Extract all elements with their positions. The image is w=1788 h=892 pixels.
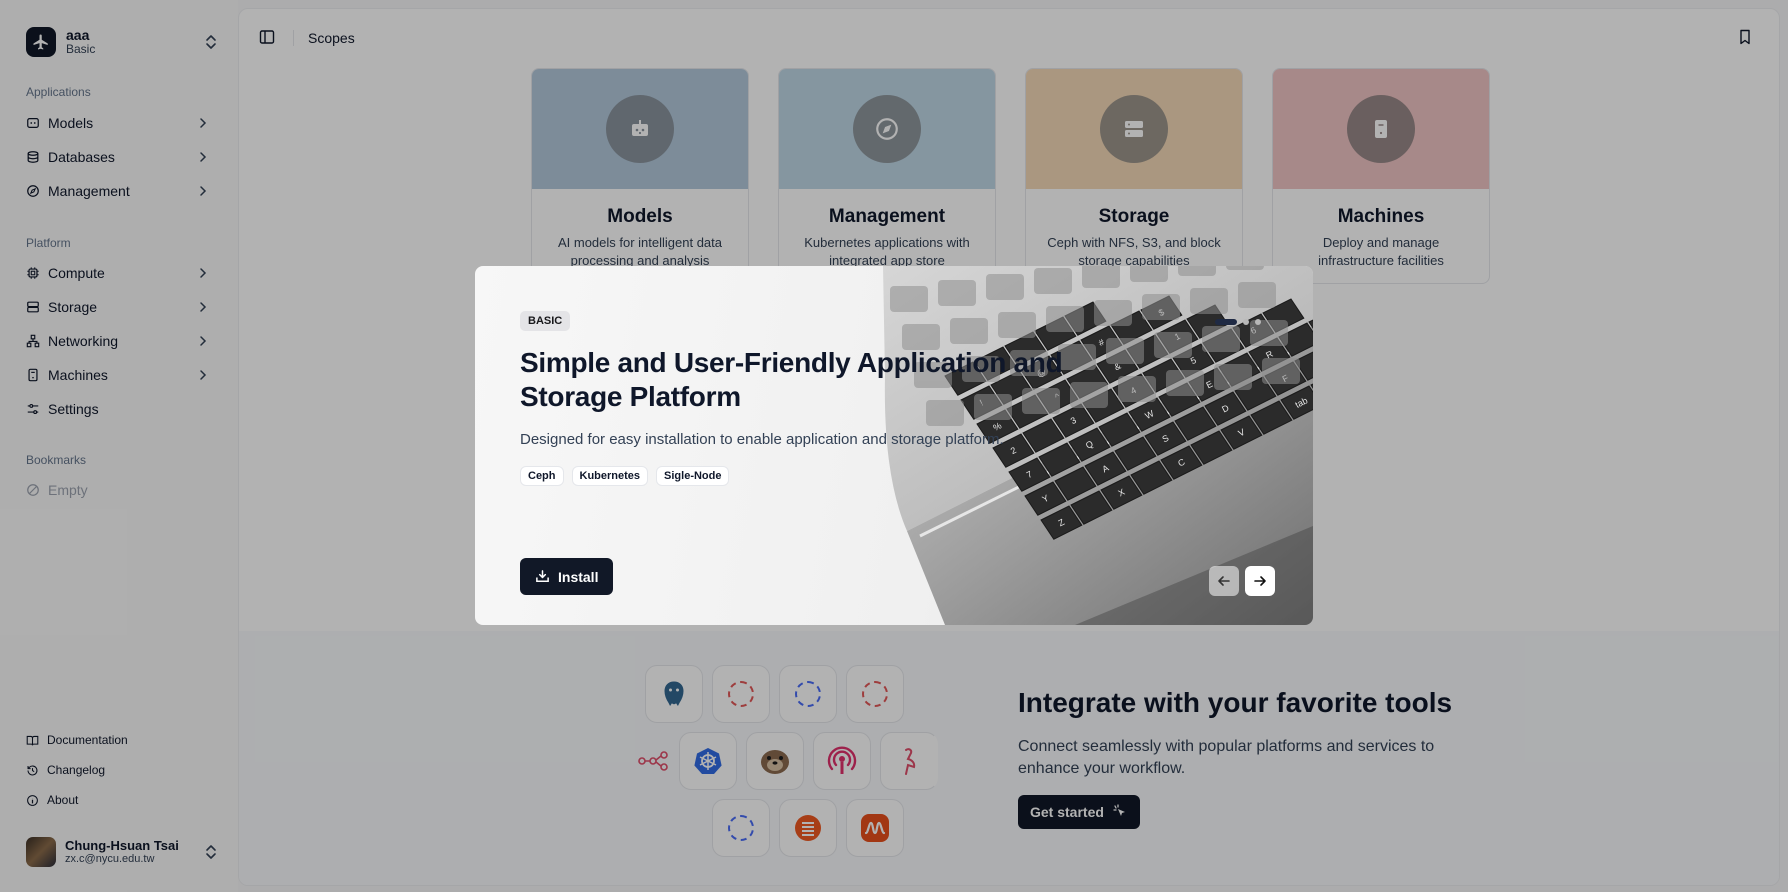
carousel-indicators: [1215, 319, 1261, 325]
tag: Kubernetes: [571, 466, 649, 486]
keyboard-key: [998, 312, 1036, 338]
keyboard-key: [1226, 266, 1264, 270]
carousel-dot[interactable]: [1243, 319, 1249, 325]
keyboard-key: [1178, 266, 1216, 276]
keyboard-key: [1094, 300, 1132, 326]
keyboard-key: [1166, 370, 1204, 396]
keyboard-key: [890, 286, 928, 312]
arrow-left-icon: [1218, 576, 1230, 586]
modal-description: Designed for easy installation to enable…: [520, 431, 1004, 448]
carousel-next-button[interactable]: [1245, 566, 1275, 596]
keyboard-key: [1214, 364, 1252, 390]
keyboard-key: [986, 274, 1024, 300]
modal-title: Simple and User-Friendly Application and…: [520, 347, 1063, 412]
keyboard-key: [1130, 266, 1168, 282]
arrow-right-icon: [1254, 576, 1266, 586]
tag: Ceph: [520, 466, 564, 486]
tag-list: Ceph Kubernetes Sigle-Node: [520, 466, 730, 486]
keyboard-key: [1238, 282, 1276, 308]
keyboard-key: [1262, 358, 1300, 384]
install-button[interactable]: Install: [520, 558, 614, 595]
tag: Sigle-Node: [656, 466, 730, 486]
install-label: Install: [558, 568, 599, 585]
keyboard-key: [950, 318, 988, 344]
keyboard-key: [1034, 268, 1072, 294]
keyboard-key: [1082, 266, 1120, 288]
keyboard-key: [938, 280, 976, 306]
carousel-dot-active[interactable]: [1215, 319, 1237, 325]
keyboard-key: [1142, 294, 1180, 320]
plan-badge: BASIC: [520, 311, 571, 331]
keyboard-key: [1202, 326, 1240, 352]
download-tray-icon: [536, 570, 549, 582]
keyboard-key: [1190, 288, 1228, 314]
carousel-dot[interactable]: [1255, 319, 1261, 325]
keyboard-key: [1046, 306, 1084, 332]
carousel-prev-button[interactable]: [1209, 566, 1239, 596]
promo-carousel-modal: !@#$%^&1234567QWERTYASDFGZXCVtab BASIC S…: [475, 266, 1313, 625]
